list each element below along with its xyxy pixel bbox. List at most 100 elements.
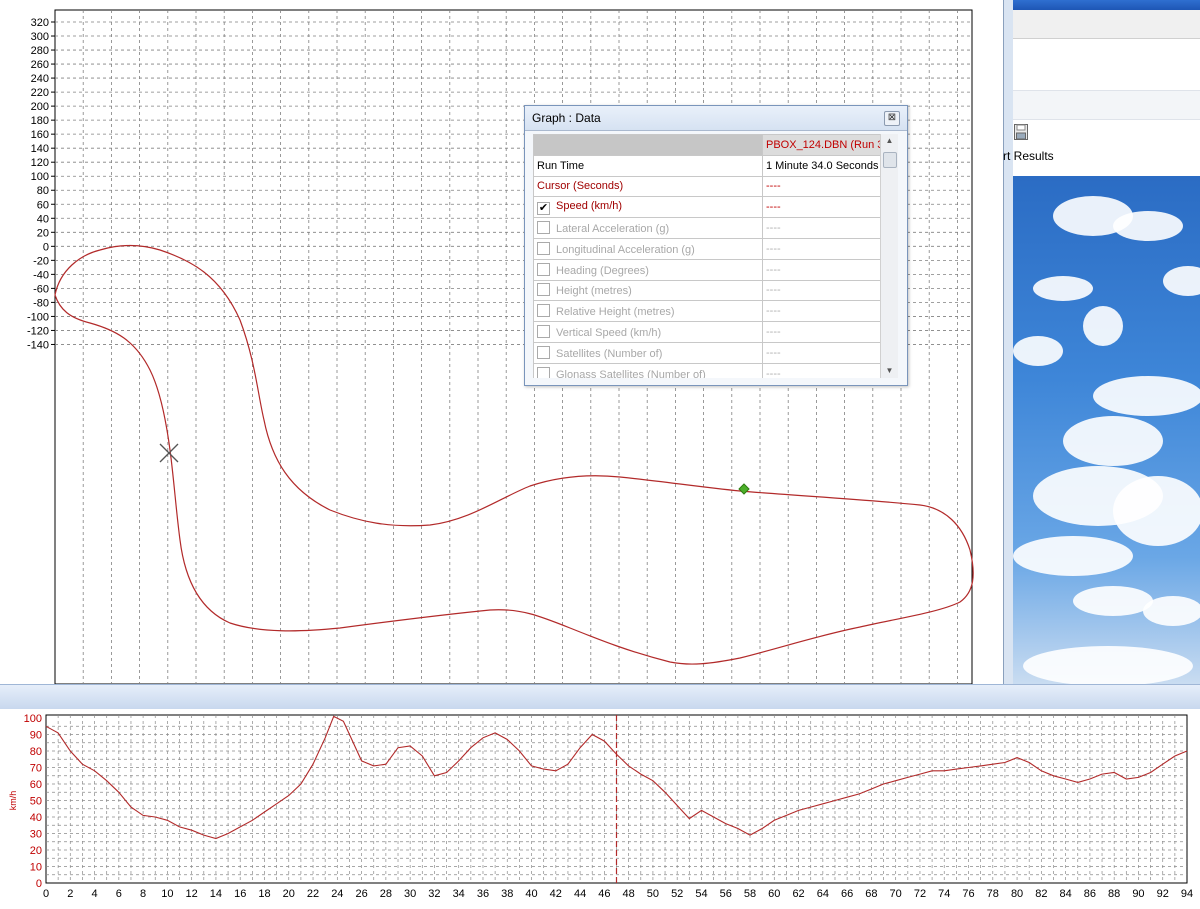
channel-checkbox[interactable]	[537, 221, 550, 235]
grid-row[interactable]: Vertical Speed (km/h) ----	[533, 321, 880, 343]
grid-row-label: Heading (Degrees)	[556, 264, 649, 277]
grid-row[interactable]: Height (metres) ----	[533, 279, 880, 302]
speed-y-tick-label: 70	[30, 763, 42, 775]
grid-row-label-cell: Satellites (Number of)	[533, 341, 763, 364]
graph-data-window[interactable]: Graph : Data ⊠ PBOX_124.DBN (Run 3) Run …	[524, 105, 908, 386]
grid-row-value: ----	[762, 362, 880, 378]
grid-row-value: ----	[762, 217, 880, 239]
grid-row-label-cell: Heading (Degrees)	[533, 258, 763, 281]
grid-header-blank	[533, 134, 763, 156]
channel-checkbox[interactable]	[537, 262, 550, 276]
grid-row-label-cell: Run Time	[533, 154, 763, 177]
speed-x-tick-label: 84	[1059, 888, 1071, 900]
grid-row-value: 1 Minute 34.0 Seconds	[762, 154, 880, 177]
grid-row-label: Vertical Speed (km/h)	[556, 327, 662, 340]
grid-row-label: Glonass Satellites (Number of)	[556, 368, 706, 378]
speed-x-tick-labels: 0 2 4 6 8 10 12 14 16 18 20 22 24 26 28 30 32 34 36 38 40 42 4…	[43, 888, 1193, 900]
track-y-tick-label: -20	[33, 255, 49, 267]
speed-graph-panel[interactable]: 0 2 4 6 8 10 12 14 16 18 20 22 24 26 28 30 32 34 36 38 40 42 4…	[0, 709, 1200, 909]
file-header[interactable]: PBOX_124.DBN (Run 3)	[762, 134, 880, 156]
speed-x-tick-label: 10	[161, 888, 173, 900]
grid-row[interactable]: Longitudinal Acceleration (g) ----	[533, 237, 880, 260]
grid-row-label: Cursor (Seconds)	[537, 180, 624, 193]
speed-y-tick-label: 30	[30, 829, 42, 841]
grid-row-label-cell: ✔ Speed (km/h)	[533, 196, 763, 219]
grid-row[interactable]: Lateral Acceleration (g) ----	[533, 217, 880, 239]
scroll-up-arrow[interactable]: ▲	[881, 134, 898, 148]
speed-x-tick-label: 24	[331, 888, 343, 900]
grid-row-label: Height (metres)	[556, 285, 632, 298]
grid-row-value: ----	[762, 321, 880, 343]
speed-y-tick-label: 0	[36, 878, 42, 890]
track-y-tick-label: -100	[27, 311, 49, 323]
speed-y-tick-label: 80	[30, 746, 42, 758]
channel-checkbox[interactable]	[537, 366, 550, 378]
speed-y-tick-label: 100	[24, 713, 42, 725]
grid-row[interactable]: Run Time 1 Minute 34.0 Seconds	[533, 154, 880, 177]
speed-x-tick-label: 50	[647, 888, 659, 900]
grid-row[interactable]: Cursor (Seconds) ----	[533, 175, 880, 198]
panel-splitter[interactable]	[0, 684, 1200, 710]
speed-x-tick-label: 32	[428, 888, 440, 900]
track-y-tick-label: -80	[33, 297, 49, 309]
track-y-tick-label: 260	[31, 59, 49, 71]
track-y-tick-label: 160	[31, 129, 49, 141]
background-window-toolbar	[1013, 90, 1200, 120]
grid-row-label-cell: Height (metres)	[533, 279, 763, 302]
close-button[interactable]: ⊠	[884, 111, 900, 126]
speed-x-tick-label: 14	[210, 888, 222, 900]
channel-checkbox[interactable]	[537, 345, 550, 359]
channel-checkbox[interactable]	[537, 241, 550, 255]
grid-row[interactable]: Heading (Degrees) ----	[533, 258, 880, 281]
speed-x-tick-label: 16	[234, 888, 246, 900]
speed-x-tick-label: 92	[1157, 888, 1169, 900]
save-icon[interactable]	[1014, 124, 1028, 140]
speed-x-tick-label: 6	[116, 888, 122, 900]
speed-x-tick-label: 20	[283, 888, 295, 900]
track-y-tick-label: 180	[31, 115, 49, 127]
grid-row-label: Lateral Acceleration (g)	[556, 223, 670, 236]
grid-row[interactable]: Glonass Satellites (Number of) ----	[533, 362, 880, 378]
track-y-tick-label: 60	[37, 199, 49, 211]
grid-row-value: ----	[762, 258, 880, 281]
grid-row[interactable]: Relative Height (metres) ----	[533, 300, 880, 323]
grid-row-value: ----	[762, 300, 880, 323]
export-results-label[interactable]: rt Results	[1003, 149, 1054, 163]
speed-x-tick-label: 46	[598, 888, 610, 900]
speed-x-tick-label: 2	[67, 888, 73, 900]
track-y-tick-labels: 3203002802602402202001801601401201008060…	[27, 17, 49, 351]
track-y-tick-label: -60	[33, 283, 49, 295]
speed-chart[interactable]: 0 2 4 6 8 10 12 14 16 18 20 22 24 26 28 30 32 34 36 38 40 42 4…	[0, 709, 1200, 909]
grid-row-label-cell: Cursor (Seconds)	[533, 175, 763, 198]
speed-x-tick-label: 80	[1011, 888, 1023, 900]
graph-data-titlebar[interactable]: Graph : Data ⊠	[525, 106, 907, 131]
speed-y-tick-label: 90	[30, 730, 42, 742]
track-y-tick-label: -120	[27, 325, 49, 337]
speed-x-tick-label: 48	[623, 888, 635, 900]
grid-row-label: Relative Height (metres)	[556, 306, 675, 319]
speed-x-tick-label: 36	[477, 888, 489, 900]
grid-row-value: ----	[762, 279, 880, 302]
track-y-tick-label: 40	[37, 213, 49, 225]
channel-checkbox[interactable]	[537, 304, 550, 318]
channel-checkbox[interactable]: ✔	[537, 201, 550, 215]
data-grid[interactable]: PBOX_124.DBN (Run 3) Run Time 1 Minute 34…	[533, 134, 880, 378]
background-window-menu	[1013, 10, 1200, 39]
grid-row-value: ----	[762, 175, 880, 198]
channel-checkbox[interactable]	[537, 283, 550, 297]
scroll-down-arrow[interactable]: ▼	[881, 364, 898, 378]
speed-x-tick-label: 30	[404, 888, 416, 900]
grid-scrollbar[interactable]: ▲ ▼	[880, 134, 898, 378]
speed-x-tick-label: 74	[938, 888, 950, 900]
speed-x-tick-label: 78	[987, 888, 999, 900]
speed-y-tick-labels: 0 10 20 30 40 50 60 70 80 90 100	[24, 713, 42, 890]
channel-checkbox[interactable]	[537, 325, 550, 339]
speed-x-tick-label: 38	[501, 888, 513, 900]
grid-row-label: Satellites (Number of)	[556, 347, 663, 360]
scroll-thumb[interactable]	[883, 152, 897, 168]
track-y-tick-label: 0	[43, 241, 49, 253]
grid-row[interactable]: Satellites (Number of) ----	[533, 341, 880, 364]
speed-x-tick-label: 60	[768, 888, 780, 900]
grid-row-label: Speed (km/h)	[556, 199, 623, 212]
grid-row[interactable]: ✔ Speed (km/h) ----	[533, 196, 880, 219]
